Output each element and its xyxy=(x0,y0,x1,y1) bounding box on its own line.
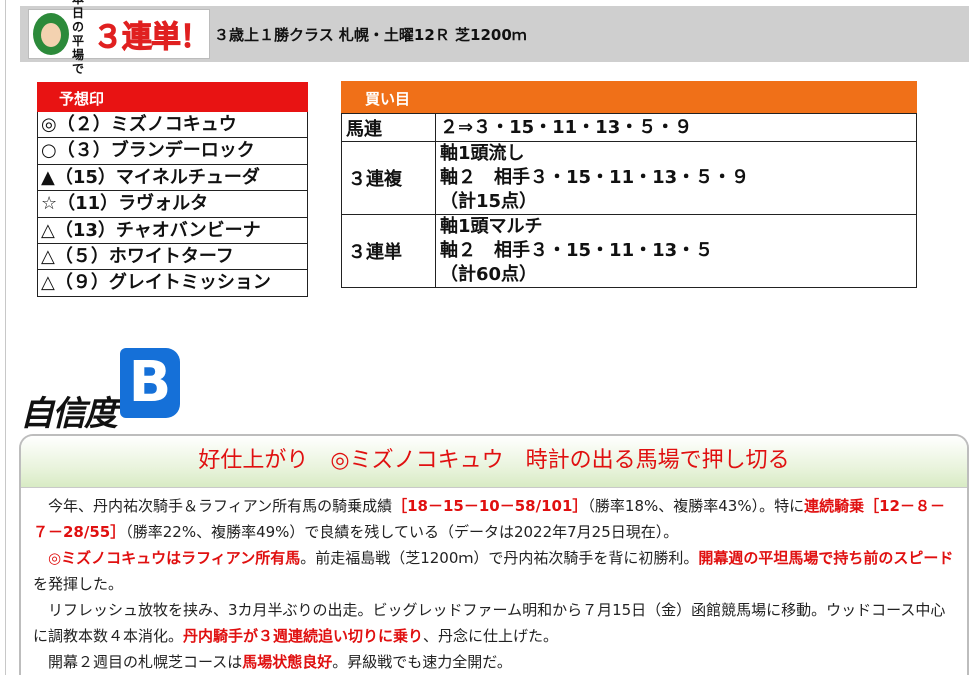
text-span: 開幕２週目の札幌芝コースは xyxy=(48,653,243,671)
bets-panel: 買い目 馬連 ２⇒３・15・11・13・５・９ ３連複 軸1頭流し 軸２ 相手３… xyxy=(341,81,917,288)
text-span: 、丹念に仕上げた。 xyxy=(423,627,559,645)
bet-row: ３連複 軸1頭流し 軸２ 相手３・15・11・13・５・９ （計15点） xyxy=(341,141,917,215)
logo-small-text: 本日の平場で xyxy=(72,0,85,76)
prediction-heading: 予想印 xyxy=(37,82,308,112)
bet-row: ３連単 軸1頭マルチ 軸２ 相手３・15・11・13・５ （計60点） xyxy=(341,214,917,288)
highlight-text: 馬場状態良好 xyxy=(242,653,333,671)
text-span: 。昇級戦でも速力全開だ。 xyxy=(332,653,512,671)
bets-table: 馬連 ２⇒３・15・11・13・５・９ ３連複 軸1頭流し 軸２ 相手３・15・… xyxy=(341,113,917,288)
bet-line: （計60点） xyxy=(440,264,538,285)
text-span: （勝率18%、複勝率43%）。特に xyxy=(587,497,805,515)
bets-heading: 買い目 xyxy=(341,81,917,113)
bet-line: 軸1頭マルチ xyxy=(440,216,543,237)
prediction-row: ▲（15）マイネルチューダ xyxy=(37,164,308,192)
prediction-row: △（13）チャオバンビーナ xyxy=(37,217,308,244)
highlight-text: ［18－15－10－58/101］ xyxy=(392,497,588,515)
confidence-label: 自信度 xyxy=(20,394,118,434)
comment-paragraph: 今年、丹内祐次騎手＆ラフィアン所有馬の騎乗成績［18－15－10－58/101］… xyxy=(33,493,957,545)
bet-kind: ３連単 xyxy=(341,214,436,288)
mascot-face-icon xyxy=(33,13,69,55)
text-span: 。前走福島戦（芝1200ｍ）で丹内祐次騎手を背に初勝利。 xyxy=(300,549,699,567)
bet-combination: 軸1頭マルチ 軸２ 相手３・15・11・13・５ （計60点） xyxy=(435,214,917,288)
highlight-text: ◎ミズノコキュウはラフィアン所有馬 xyxy=(48,549,301,567)
logo-big-text: ３連単！ xyxy=(93,20,211,56)
prediction-panel: 予想印 ◎（２）ミズノコキュウ ○（３）ブランデーロック ▲（15）マイネルチュ… xyxy=(37,82,308,297)
text-span: を発揮した。 xyxy=(33,575,124,593)
prediction-row: ◎（２）ミズノコキュウ xyxy=(37,112,308,139)
site-logo[interactable]: 本日の平場で ３連単！ xyxy=(28,0,211,76)
text-span: 今年、丹内祐次騎手＆ラフィアン所有馬の騎乗成績 xyxy=(48,497,393,515)
text-span: （勝率22%、複勝率49%）で良績を残している（データは2022年7月25日現在… xyxy=(125,523,679,541)
prediction-row: ○（３）ブランデーロック xyxy=(37,138,308,165)
prediction-row: ☆（11）ラヴォルタ xyxy=(37,191,308,218)
bet-line: （計15点） xyxy=(440,191,538,212)
comment-paragraph: 開幕２週目の札幌芝コースは馬場状態良好。昇級戦でも速力全開だ。 xyxy=(33,649,957,675)
race-title: ３歳上１勝クラス 札幌・土曜12Ｒ 芝1200ｍ xyxy=(214,26,527,44)
bet-kind: ３連複 xyxy=(341,141,436,215)
comment-paragraph: ◎ミズノコキュウはラフィアン所有馬。前走福島戦（芝1200ｍ）で丹内祐次騎手を背… xyxy=(33,545,957,597)
comment-headline: 好仕上がり ◎ミズノコキュウ 時計の出る馬場で押し切る xyxy=(21,436,967,488)
bet-kind: 馬連 xyxy=(341,113,436,142)
bet-line: 軸1頭流し xyxy=(440,143,525,164)
comment-paragraph: リフレッシュ放牧を挟み、3カ月半ぶりの出走。ビッグレッドファーム明和から７月15… xyxy=(33,597,957,649)
bet-combination: ２⇒３・15・11・13・５・９ xyxy=(435,113,917,142)
prediction-row: △（５）ホワイトターフ xyxy=(37,243,308,271)
bet-combination: 軸1頭流し 軸２ 相手３・15・11・13・５・９ （計15点） xyxy=(435,141,917,215)
page-left-rule xyxy=(5,0,6,675)
bet-row: 馬連 ２⇒３・15・11・13・５・９ xyxy=(341,113,917,142)
comment-panel: 好仕上がり ◎ミズノコキュウ 時計の出る馬場で押し切る 今年、丹内祐次騎手＆ラフ… xyxy=(19,434,969,675)
confidence-grade-badge: B xyxy=(120,348,180,418)
bet-line: 軸２ 相手３・15・11・13・５ xyxy=(440,240,714,261)
highlight-text: 開幕週の平坦馬場で持ち前のスピード xyxy=(698,549,954,567)
bet-line: 軸２ 相手３・15・11・13・５・９ xyxy=(440,167,750,188)
comment-body: 今年、丹内祐次騎手＆ラフィアン所有馬の騎乗成績［18－15－10－58/101］… xyxy=(21,488,967,675)
prediction-row: △（９）グレイトミッション xyxy=(37,270,308,297)
header-bar: 本日の平場で ３連単！ ３歳上１勝クラス 札幌・土曜12Ｒ 芝1200ｍ xyxy=(20,0,969,76)
highlight-text: 丹内騎手が３週連続追い切りに乗り xyxy=(183,627,424,645)
bet-line: ２⇒３・15・11・13・５・９ xyxy=(440,116,693,138)
